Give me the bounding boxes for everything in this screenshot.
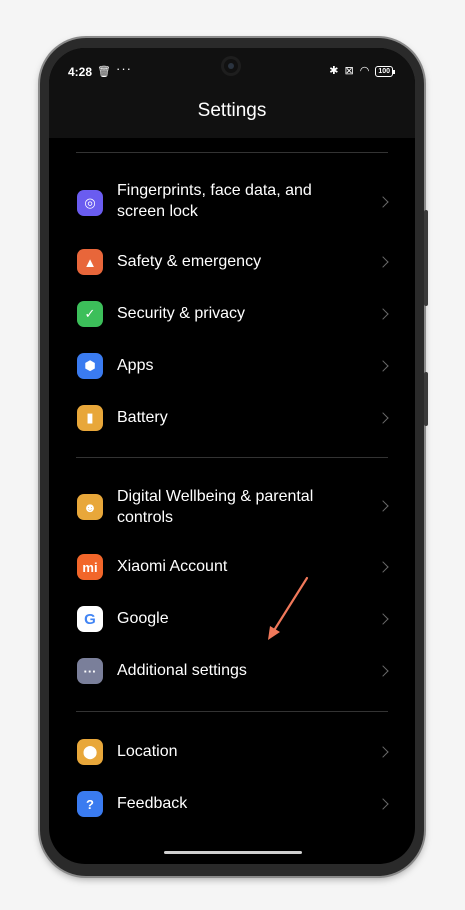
settings-item-fingerprints[interactable]: ◎ Fingerprints, face data, and screen lo… (49, 178, 415, 224)
chevron-right-icon (379, 502, 389, 512)
chevron-right-icon (379, 310, 389, 320)
settings-item-label: Location (117, 743, 178, 760)
apps-hexagon-icon: ⬢ (77, 353, 103, 379)
fingerprint-icon: ◎ (77, 190, 103, 216)
chevron-right-icon (379, 198, 389, 208)
settings-item-additional-settings[interactable]: ··· Additional settings (49, 655, 415, 687)
wifi-icon: ◠ (359, 65, 370, 77)
battery-status-icon: 100 (375, 65, 395, 77)
chevron-right-icon (379, 258, 389, 268)
trash-icon: 🗑 (97, 66, 111, 78)
home-indicator[interactable] (164, 851, 302, 854)
status-icons: ✱ ⊠ ◠ 100 (329, 64, 395, 78)
bluetooth-icon: ✱ (329, 65, 339, 77)
chevron-right-icon (379, 615, 389, 625)
settings-item-label: Google (117, 610, 169, 627)
settings-item-label: Fingerprints, face data, and screen lock (117, 182, 312, 220)
volume-button (424, 210, 428, 306)
no-sim-icon: ⊠ (344, 65, 354, 77)
page-title: Settings (197, 100, 267, 121)
shield-check-icon: ✓ (77, 301, 103, 327)
wellbeing-icon: ☻ (77, 494, 103, 520)
settings-item-label: Battery (117, 409, 168, 426)
chevron-right-icon (379, 414, 389, 424)
more-notifications-icon: ··· (116, 61, 132, 76)
chevron-right-icon (379, 667, 389, 677)
settings-item-label: Security & privacy (117, 305, 246, 322)
settings-item-xiaomi-account[interactable]: mi Xiaomi Account (49, 551, 415, 583)
top-divider (76, 152, 388, 153)
chevron-right-icon (379, 800, 389, 810)
group-divider (76, 711, 388, 712)
settings-item-label: Additional settings (117, 662, 247, 679)
chevron-right-icon (379, 362, 389, 372)
power-button (424, 372, 428, 426)
chevron-right-icon (379, 563, 389, 573)
phone-screen: 4:28 🗑 ··· ✱ ⊠ ◠ 100 Settings ◎ Fingerpr… (49, 48, 415, 864)
settings-item-location[interactable]: ⬤ Location (49, 736, 415, 768)
status-time: 4:28 (68, 65, 93, 79)
settings-item-label: Digital Wellbeing & parental controls (117, 488, 314, 526)
settings-item-digital-wellbeing[interactable]: ☻ Digital Wellbeing & parental controls (49, 484, 415, 530)
settings-item-label: Apps (117, 357, 154, 374)
settings-item-safety[interactable]: ▲ Safety & emergency (49, 246, 415, 278)
xiaomi-mi-icon: mi (77, 554, 103, 580)
location-pin-icon: ⬤ (77, 739, 103, 765)
settings-item-security[interactable]: ✓ Security & privacy (49, 298, 415, 330)
settings-item-google[interactable]: G Google (49, 603, 415, 635)
settings-item-label: Safety & emergency (117, 253, 262, 270)
status-bar: 4:28 🗑 ··· ✱ ⊠ ◠ 100 (49, 61, 415, 82)
google-g-icon: G (77, 606, 103, 632)
feedback-icon: ? (77, 791, 103, 817)
more-dots-icon: ··· (77, 658, 103, 684)
settings-item-apps[interactable]: ⬢ Apps (49, 350, 415, 382)
settings-item-battery[interactable]: ▮ Battery (49, 402, 415, 434)
settings-item-label: Feedback (117, 795, 188, 812)
settings-item-label: Xiaomi Account (117, 558, 228, 575)
chevron-right-icon (379, 748, 389, 758)
settings-item-feedback[interactable]: ? Feedback (49, 788, 415, 820)
battery-icon: ▮ (77, 405, 103, 431)
emergency-icon: ▲ (77, 249, 103, 275)
group-divider (76, 457, 388, 458)
